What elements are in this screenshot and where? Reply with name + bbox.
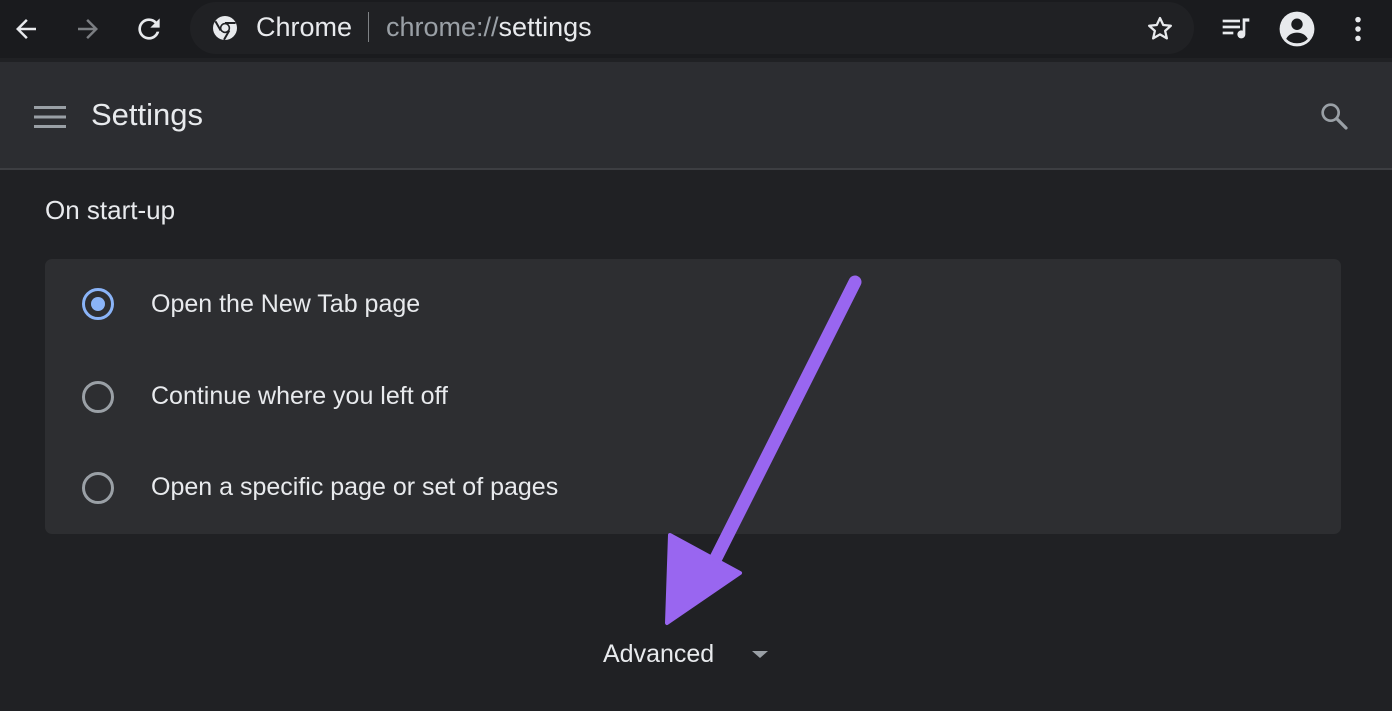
more-vert-icon [1355,16,1361,42]
option-label: Continue where you left off [151,382,448,410]
advanced-label: Advanced [603,640,715,668]
media-controls-icon [1222,18,1250,39]
caret-down-icon [752,651,768,658]
search-icon [1321,103,1348,130]
radio-button[interactable] [82,472,114,504]
header-divider [0,168,1392,170]
star-icon [1148,16,1172,40]
search-settings-button[interactable] [1312,94,1356,138]
option-label: Open the New Tab page [151,290,421,318]
back-button[interactable] [4,7,48,51]
section-title: On start-up [45,195,176,225]
startup-option-specific-pages[interactable]: Open a specific page or set of pages [45,441,1341,532]
bookmark-star-button[interactable] [1138,7,1182,51]
profile-button[interactable] [1275,7,1319,51]
hamburger-menu-icon [34,106,66,128]
forward-button[interactable] [66,7,110,51]
omnibox-separator [368,12,369,42]
startup-option-new-tab[interactable]: Open the New Tab page [45,259,1341,350]
omnibox-site-label: Chrome [256,12,353,42]
advanced-button[interactable]: Advanced [590,632,790,678]
profile-avatar-icon [1279,11,1315,47]
chrome-logo-icon [212,15,238,41]
media-controls-button[interactable] [1214,7,1258,51]
option-label: Open a specific page or set of pages [151,473,559,501]
settings-header [0,62,1392,168]
url-scheme: chrome:// [386,12,499,42]
radio-button[interactable] [82,381,114,413]
url-path: settings [498,12,592,42]
main-menu-button[interactable] [28,97,72,137]
more-menu-button[interactable] [1336,7,1380,51]
reload-button[interactable] [127,7,171,51]
startup-option-continue[interactable]: Continue where you left off [45,350,1341,441]
page-title: Settings [91,97,204,132]
omnibox-url[interactable]: chrome://settings [386,10,592,44]
forward-arrow-icon [78,19,98,39]
radio-button-checked[interactable] [82,288,114,320]
reload-icon [138,18,160,40]
back-arrow-icon [16,19,36,39]
